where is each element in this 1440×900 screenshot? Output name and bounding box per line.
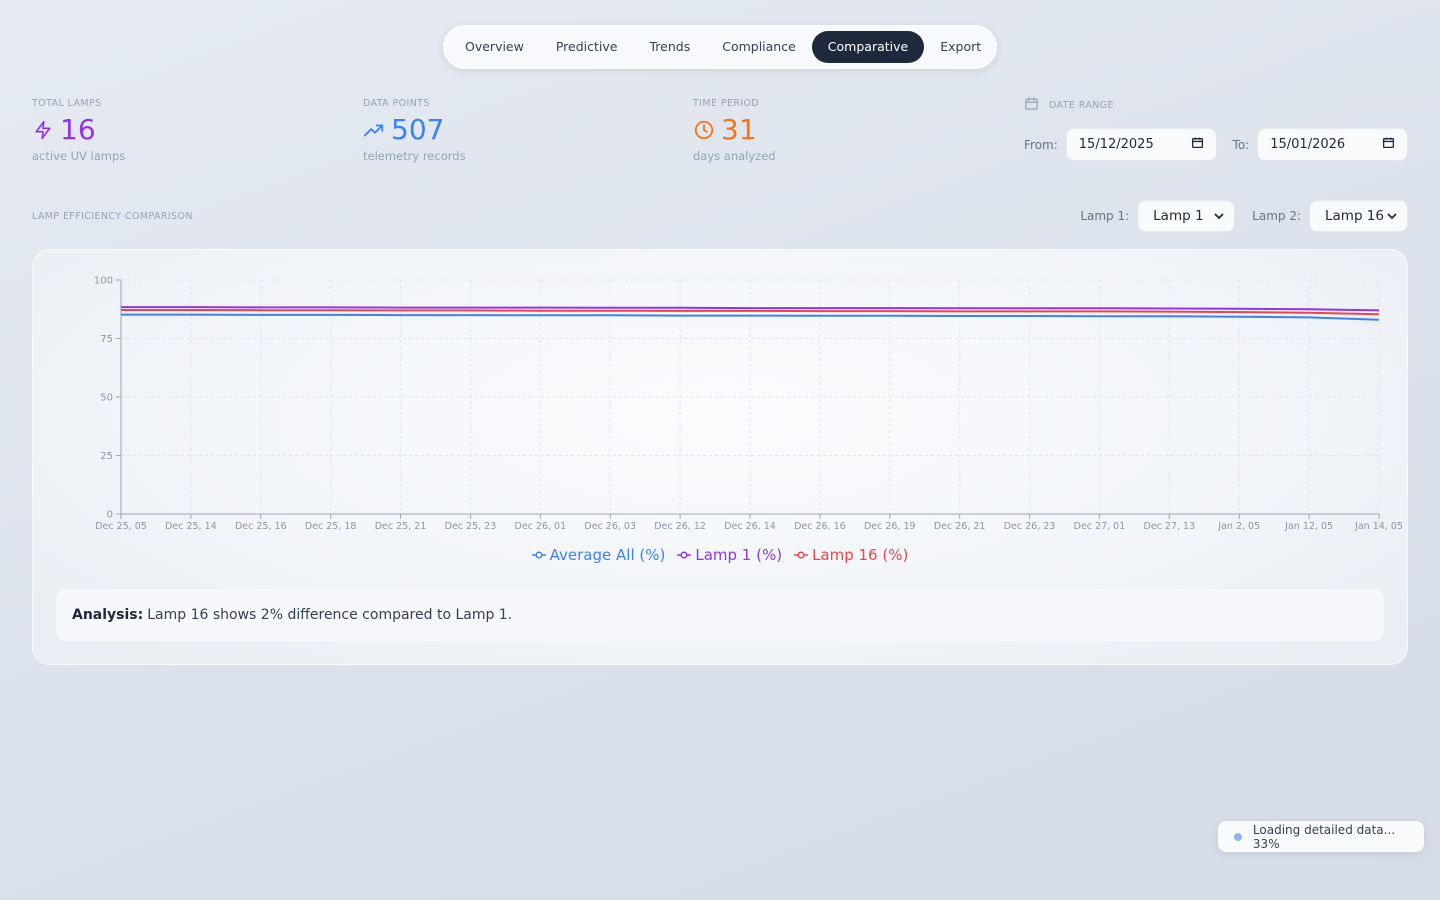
lamp-selectors: Lamp 1: Lamp 1 Lamp 2: Lamp 16: [1080, 200, 1408, 232]
lightning-icon: [32, 119, 54, 141]
x-tick-label: Dec 26, 23: [1004, 521, 1056, 532]
tab-export[interactable]: Export: [924, 31, 997, 63]
to-date-input[interactable]: 15/01/2026: [1257, 128, 1408, 161]
stat-label: DATA POINTS: [363, 98, 430, 109]
efficiency-line-chart: 0 25 50 75 100 Dec 25, 05 Dec 25, 14 Dec 25, 16…: [94, 276, 1403, 533]
x-tick-label: Dec 25, 21: [375, 521, 427, 532]
date-range: DATE RANGE From: 15/12/2025 To: 15/01/20…: [1024, 96, 1408, 161]
legend-line-marker-icon: [531, 551, 546, 559]
x-tick-label: Jan 2, 05: [1217, 521, 1260, 532]
x-tick-label: Dec 27, 01: [1074, 521, 1126, 532]
stat-value: 16: [60, 113, 96, 146]
x-tick-label: Jan 12, 05: [1284, 521, 1333, 532]
chart-card: 0 25 50 75 100 Dec 25, 05 Dec 25, 14 Dec 25, 16…: [32, 249, 1408, 665]
from-label: From:: [1024, 137, 1058, 152]
nav-tabs: Overview Predictive Trends Compliance Co…: [443, 25, 997, 69]
y-tick-label: 0: [107, 510, 113, 521]
lamp1-label: Lamp 1:: [1080, 209, 1130, 223]
y-tick-label: 25: [100, 451, 113, 462]
tab-predictive[interactable]: Predictive: [540, 31, 634, 63]
legend-line-marker-icon: [794, 551, 809, 559]
stat-total-lamps: TOTAL LAMPS 16 active UV lamps: [32, 98, 125, 163]
date-range-title: DATE RANGE: [1049, 99, 1114, 111]
analysis-text: Lamp 16 shows 2% difference compared to …: [147, 607, 513, 623]
stat-label: TOTAL LAMPS: [32, 98, 102, 109]
x-tick-label: Dec 26, 14: [724, 521, 776, 532]
loading-indicator-dot: [1234, 832, 1242, 841]
x-tick-label: Dec 25, 23: [445, 521, 497, 532]
analysis-box: Analysis: Lamp 16 shows 2% difference co…: [56, 589, 1384, 641]
lamp2-select[interactable]: Lamp 16: [1309, 200, 1408, 232]
legend-line-marker-icon: [677, 551, 692, 559]
calendar-icon: [1024, 96, 1039, 114]
calendar-icon[interactable]: [1382, 136, 1395, 153]
y-tick-label: 75: [100, 334, 113, 345]
lamp1-value: Lamp 1: [1153, 208, 1204, 224]
tab-trends[interactable]: Trends: [633, 31, 706, 63]
chevron-down-icon: [1214, 208, 1224, 224]
lamp2-label: Lamp 2:: [1252, 209, 1301, 223]
x-tick-label: Dec 26, 03: [584, 521, 636, 532]
legend-label: Lamp 16 (%): [812, 546, 909, 564]
from-date-value: 15/12/2025: [1078, 137, 1154, 152]
x-tick-label: Dec 26, 12: [654, 521, 706, 532]
x-tick-label: Dec 25, 05: [95, 521, 147, 532]
y-tick-label: 50: [100, 393, 113, 404]
stat-value: 31: [721, 113, 757, 146]
stat-label: TIME PERIOD: [693, 98, 760, 109]
stat-value: 507: [391, 113, 445, 146]
loading-text: Loading detailed data... 33%: [1252, 822, 1396, 851]
clock-icon: [693, 119, 715, 141]
analysis-prefix: Analysis:: [72, 607, 144, 623]
lamp2-value: Lamp 16: [1325, 208, 1384, 224]
x-tick-label: Dec 25, 16: [235, 521, 287, 532]
chart-legend: Average All (%) Lamp 1 (%) Lamp 16 (%): [32, 546, 1408, 564]
x-tick-label: Dec 26, 01: [515, 521, 567, 532]
to-label: To:: [1232, 137, 1250, 152]
to-date-value: 15/01/2026: [1270, 137, 1346, 152]
legend-label: Average All (%): [549, 546, 666, 564]
legend-item[interactable]: Lamp 1 (%): [677, 546, 782, 564]
legend-item[interactable]: Lamp 16 (%): [794, 546, 908, 564]
tab-overview[interactable]: Overview: [449, 31, 540, 63]
stat-subtitle: active UV lamps: [32, 149, 126, 163]
tab-comparative[interactable]: Comparative: [811, 31, 925, 63]
loading-toast: Loading detailed data... 33%: [1218, 821, 1424, 852]
chevron-down-icon: [1387, 208, 1397, 224]
x-tick-label: Jan 14, 05: [1354, 521, 1403, 532]
stat-subtitle: days analyzed: [693, 149, 776, 163]
stat-time-period: TIME PERIOD 31 days analyzed: [693, 98, 776, 163]
comparison-title: LAMP EFFICIENCY COMPARISON: [32, 211, 193, 222]
tab-compliance[interactable]: Compliance: [706, 31, 812, 63]
from-date-input[interactable]: 15/12/2025: [1065, 128, 1217, 161]
x-tick-label: Dec 26, 16: [794, 521, 846, 532]
x-tick-label: Dec 25, 18: [305, 521, 357, 532]
legend-item[interactable]: Average All (%): [531, 546, 666, 564]
x-tick-label: Dec 25, 14: [165, 521, 217, 532]
stat-subtitle: telemetry records: [363, 149, 466, 163]
x-tick-label: Dec 26, 21: [934, 521, 986, 532]
calendar-icon[interactable]: [1191, 136, 1204, 153]
x-tick-label: Dec 27, 13: [1144, 521, 1196, 532]
y-tick-label: 100: [94, 276, 113, 287]
legend-label: Lamp 1 (%): [695, 546, 783, 564]
stat-data-points: DATA POINTS 507 telemetry records: [363, 98, 466, 163]
trending-up-icon: [363, 119, 385, 141]
x-tick-label: Dec 26, 19: [864, 521, 916, 532]
lamp1-select[interactable]: Lamp 1: [1137, 200, 1236, 232]
